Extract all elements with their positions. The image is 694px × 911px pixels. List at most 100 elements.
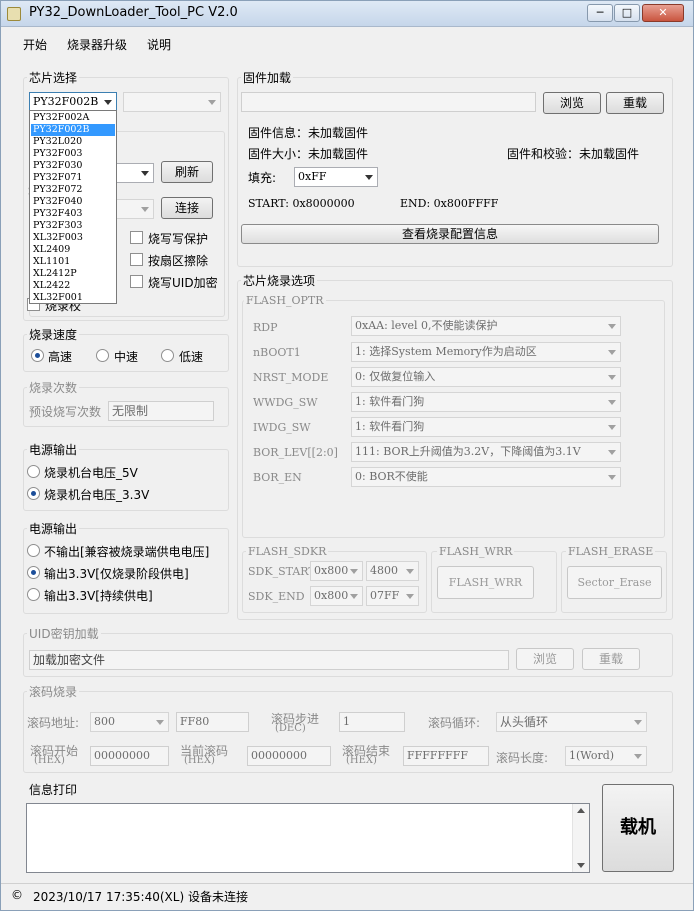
uid-encrypt-checkbox[interactable]: [130, 275, 143, 288]
speed-low-radio[interactable]: [161, 349, 174, 362]
firmware-path-input[interactable]: [241, 92, 536, 112]
chip-dropdown-list[interactable]: PY32F002A PY32F002B PY32L020 PY32F003 PY…: [29, 110, 117, 304]
uid-browse-button[interactable]: 浏览: [516, 648, 574, 670]
sdk-end-combo-a[interactable]: 0x800: [310, 586, 363, 606]
rolling-current-input[interactable]: 00000000: [247, 746, 331, 766]
sdk-start-combo-a[interactable]: 0x800: [310, 561, 363, 581]
speed-high-label: 高速: [48, 350, 73, 364]
power-continuous-radio[interactable]: [27, 588, 40, 601]
chevron-down-icon: [634, 720, 642, 725]
iwdg-combo[interactable]: 1: 软件看门狗: [351, 417, 621, 437]
fill-combo[interactable]: 0xFF: [294, 167, 378, 187]
chevron-down-icon: [608, 450, 616, 455]
rdp-combo[interactable]: 0xAA: level 0,不使能读保护: [351, 316, 621, 336]
dropdown-item[interactable]: XL2412P: [31, 268, 115, 280]
firmware-info: 固件信息：未加载固件: [248, 126, 369, 140]
firmware-reload-button[interactable]: 重载: [606, 92, 664, 114]
sector-erase-button[interactable]: Sector_Erase: [567, 566, 662, 599]
minimize-button[interactable]: ─: [587, 4, 613, 22]
nboot1-label: nBOOT1: [253, 346, 301, 359]
maximize-button[interactable]: □: [614, 4, 640, 22]
rolling-addr-hex[interactable]: FF80: [176, 712, 249, 732]
nrst-combo[interactable]: 0: 仅做复位输入: [351, 367, 621, 387]
chip-select-combo[interactable]: PY32F002B: [29, 92, 117, 112]
rolling-step-input[interactable]: 1: [339, 712, 405, 732]
rolling-addr-label: 滚码地址:: [27, 716, 80, 730]
power-stage-radio[interactable]: [27, 566, 40, 579]
rolling-start-input[interactable]: 00000000: [90, 746, 169, 766]
rolling-start-unit: (HEX): [34, 755, 65, 766]
sdk-start-combo-b[interactable]: 4800: [366, 561, 419, 581]
menu-programmer-upgrade[interactable]: 烧录器升级: [67, 36, 127, 53]
dropdown-item[interactable]: PY32F030: [31, 160, 115, 172]
chevron-down-icon: [608, 324, 616, 329]
write-protect-checkbox[interactable]: [130, 231, 143, 244]
dropdown-item[interactable]: XL32F003: [31, 232, 115, 244]
dropdown-item[interactable]: XL2422: [31, 280, 115, 292]
close-button[interactable]: ✕: [642, 4, 684, 22]
dropdown-item-selected[interactable]: PY32F002B: [31, 124, 115, 136]
scroll-down-icon[interactable]: [577, 863, 585, 868]
connect-button[interactable]: 连接: [161, 197, 213, 219]
log-scrollbar[interactable]: [572, 804, 589, 872]
dropdown-item[interactable]: XL32F001: [31, 292, 115, 304]
dropdown-item[interactable]: PY32L020: [31, 136, 115, 148]
dropdown-item[interactable]: PY32F303: [31, 220, 115, 232]
uid-file-input[interactable]: 加载加密文件: [29, 650, 509, 670]
chevron-down-icon: [156, 720, 164, 725]
sector-erase-label: 按扇区擦除: [148, 254, 209, 268]
chevron-down-icon: [104, 100, 112, 105]
dropdown-item[interactable]: PY32F403: [31, 208, 115, 220]
scroll-up-icon[interactable]: [577, 808, 585, 813]
baud-combo[interactable]: [111, 199, 154, 219]
power-5v-radio[interactable]: [27, 465, 40, 478]
dropdown-item[interactable]: XL2409: [31, 244, 115, 256]
rolling-loop-combo[interactable]: 从头循环: [496, 712, 647, 732]
power-continuous-label: 输出3.3V[持续供电]: [44, 589, 153, 603]
sector-erase-checkbox[interactable]: [130, 253, 143, 266]
flash-wrr-button[interactable]: FLASH_WRR: [437, 566, 534, 599]
refresh-button[interactable]: 刷新: [161, 161, 213, 183]
uid-reload-button[interactable]: 重载: [582, 648, 640, 670]
port-combo[interactable]: [111, 163, 154, 183]
sdk-end-combo-b[interactable]: 07FF: [366, 586, 419, 606]
window-title: PY32_DownLoader_Tool_PC V2.0: [29, 5, 238, 20]
dropdown-item[interactable]: XL1101: [31, 256, 115, 268]
chevron-down-icon: [141, 207, 149, 212]
rolling-end-input[interactable]: FFFFFFFF: [403, 746, 489, 766]
view-config-button[interactable]: 查看烧录配置信息: [241, 224, 659, 244]
dropdown-item[interactable]: PY32F002A: [31, 112, 115, 124]
firmware-browse-button[interactable]: 浏览: [543, 92, 601, 114]
burn-options-title: 芯片烧录选项: [241, 272, 318, 289]
wrr-title: FLASH_WRR: [437, 545, 515, 558]
dropdown-item[interactable]: PY32F003: [31, 148, 115, 160]
wwdg-label: WWDG_SW: [253, 396, 318, 409]
status-text: 2023/10/17 17:35:40(XL) 设备未连接: [33, 890, 248, 904]
count-input[interactable]: 无限制: [108, 401, 214, 421]
chip-sub-combo[interactable]: [123, 92, 221, 112]
write-protect-label: 烧写写保护: [148, 232, 209, 246]
nboot1-combo[interactable]: 1: 选择System Memory作为启动区: [351, 342, 621, 362]
rolling-len-combo[interactable]: 1(Word): [565, 746, 647, 766]
bor-lev-combo[interactable]: 111: BOR上升阈值为3.2V，下降阈值为3.1V: [351, 442, 621, 462]
rolling-current-unit: (HEX): [184, 755, 215, 766]
power-3v3-radio[interactable]: [27, 487, 40, 500]
menu-help[interactable]: 说明: [147, 36, 171, 53]
optr-title: FLASH_OPTR: [244, 294, 326, 307]
rolling-addr-combo[interactable]: 800: [90, 712, 169, 732]
power-none-radio[interactable]: [27, 544, 40, 557]
title-bar: PY32_DownLoader_Tool_PC V2.0 ─ □ ✕: [1, 1, 693, 27]
wwdg-combo[interactable]: 1: 软件看门狗: [351, 392, 621, 412]
bor-en-combo[interactable]: 0: BOR不使能: [351, 467, 621, 487]
dropdown-item[interactable]: PY32F072: [31, 184, 115, 196]
menu-start[interactable]: 开始: [23, 36, 47, 53]
speed-mid-radio[interactable]: [96, 349, 109, 362]
firmware-title: 固件加载: [241, 69, 294, 86]
log-textarea[interactable]: [26, 803, 590, 873]
speed-high-radio[interactable]: [31, 349, 44, 362]
dropdown-item[interactable]: PY32F071: [31, 172, 115, 184]
load-button[interactable]: 载机: [602, 784, 674, 872]
dropdown-item[interactable]: PY32F040: [31, 196, 115, 208]
sdkr-title: FLASH_SDKR: [246, 545, 329, 558]
rolling-title: 滚码烧录: [27, 683, 80, 700]
